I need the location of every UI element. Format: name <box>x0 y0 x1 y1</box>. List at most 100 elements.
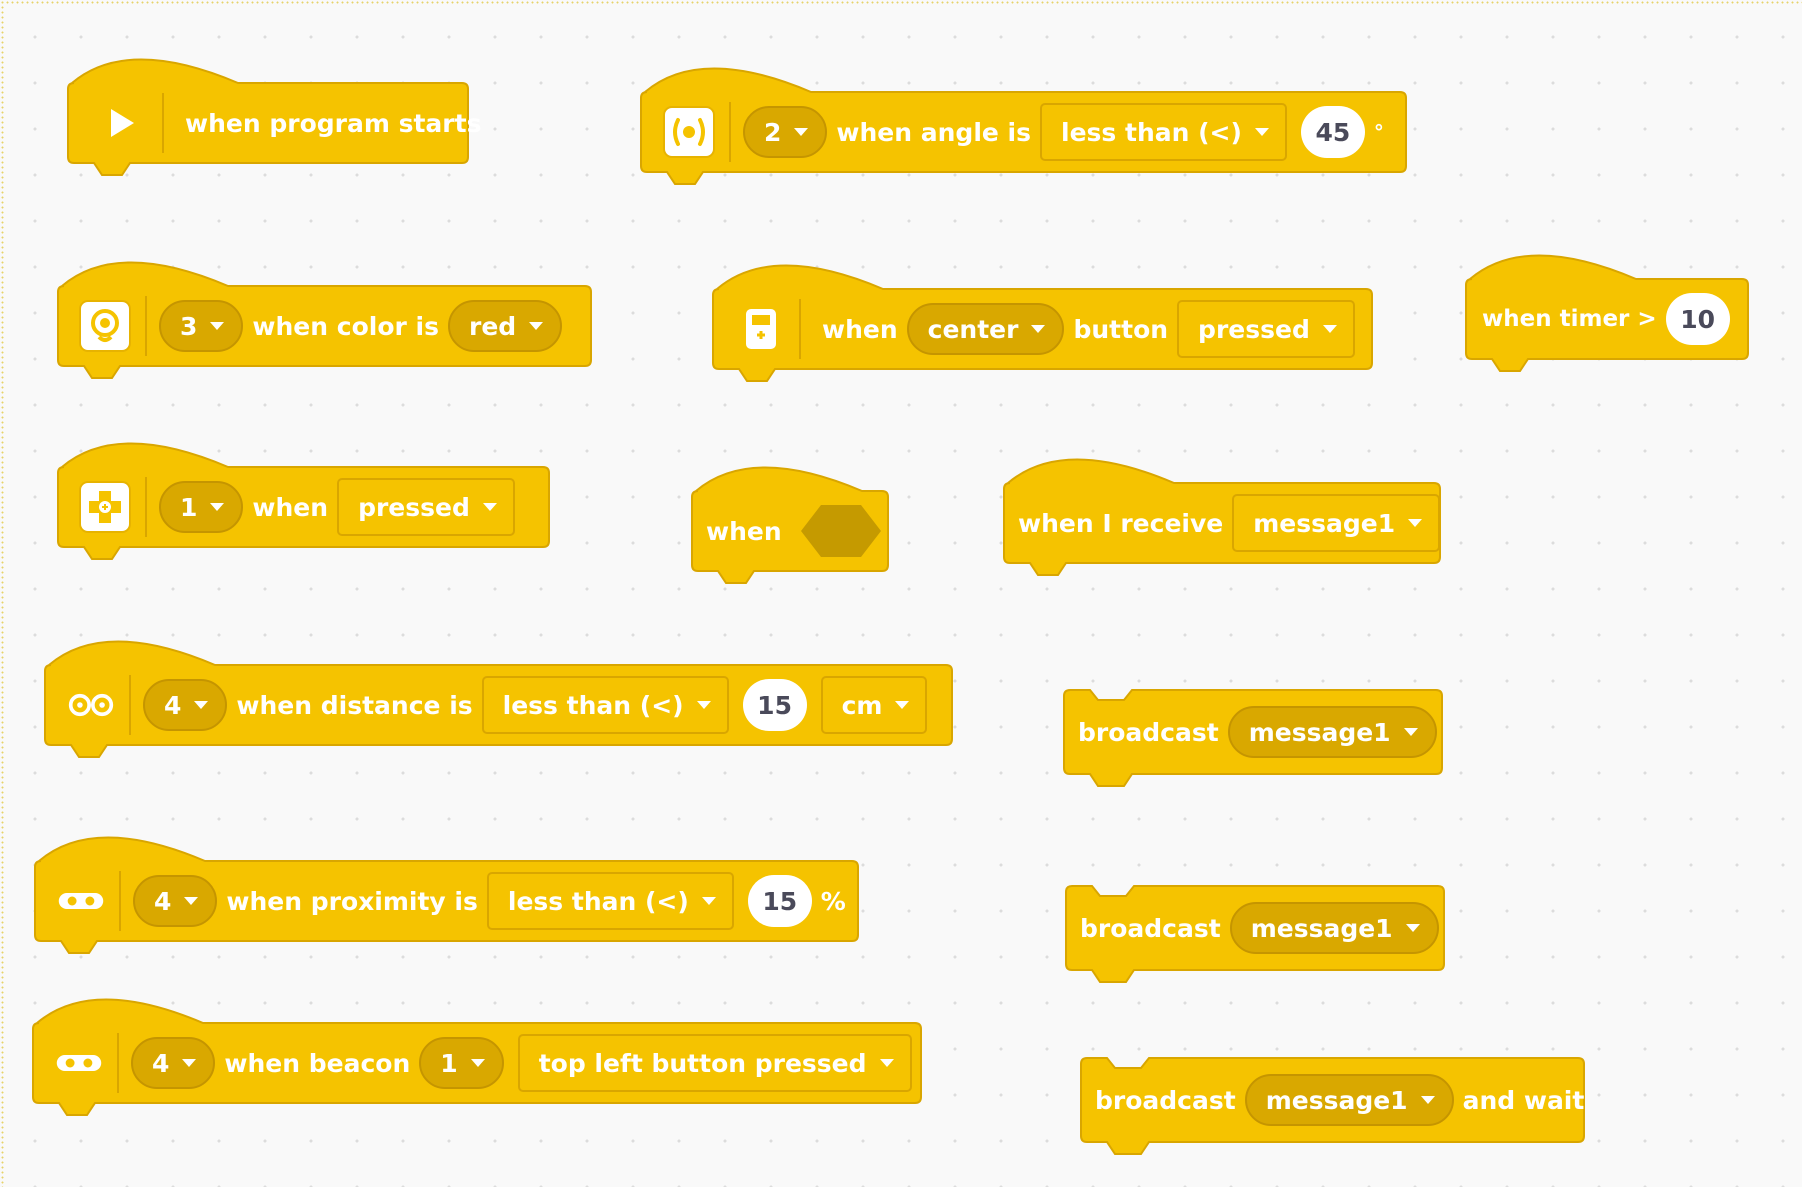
chevron-down-icon <box>210 322 225 330</box>
brick-button-icon <box>737 303 785 355</box>
touch-sensor-icon <box>79 481 131 533</box>
block-divider <box>145 296 147 356</box>
block-label: when <box>706 516 782 546</box>
comparator-dropdown[interactable]: less than (<) <box>481 676 729 734</box>
block-label: broadcast <box>1095 1085 1236 1115</box>
when-program-starts-block[interactable]: when program starts <box>67 40 481 176</box>
when-timer-block[interactable]: when timer > 10 <box>1465 236 1749 372</box>
chevron-down-icon <box>696 701 711 709</box>
broadcast-block[interactable]: broadcast message1 <box>1065 885 1445 986</box>
workspace-frame-left <box>0 0 6 1187</box>
chevron-down-icon <box>701 897 716 905</box>
when-distance-block[interactable]: 4 when distance is less than (<) 15 cm <box>44 622 953 758</box>
when-brick-button-block[interactable]: when center button pressed <box>712 246 1373 382</box>
chevron-down-icon <box>210 503 225 511</box>
chevron-down-icon <box>1031 325 1046 333</box>
channel-value: 1 <box>440 1048 458 1078</box>
state-value: pressed <box>1198 314 1310 344</box>
message-dropdown[interactable]: message1 <box>1232 494 1441 552</box>
message-dropdown[interactable]: message1 <box>1244 1074 1454 1126</box>
color-value: red <box>468 311 517 341</box>
chevron-down-icon <box>879 1059 894 1067</box>
color-dropdown[interactable]: red <box>447 300 563 352</box>
block-divider <box>729 102 731 162</box>
chevron-down-icon <box>184 897 199 905</box>
angle-value-input[interactable]: 45 <box>1300 106 1365 158</box>
message-value: message1 <box>1248 717 1391 747</box>
chevron-down-icon <box>470 1059 485 1067</box>
block-label: when <box>822 314 898 344</box>
block-label: when timer > <box>1482 306 1657 332</box>
channel-dropdown[interactable]: 1 <box>419 1037 504 1089</box>
chevron-down-icon <box>194 701 209 709</box>
infrared-sensor-icon <box>57 875 105 927</box>
comparator-dropdown[interactable]: less than (<) <box>486 872 734 930</box>
unit-dropdown[interactable]: cm <box>820 676 928 734</box>
message-value: message1 <box>1265 1085 1408 1115</box>
chevron-down-icon <box>794 128 809 136</box>
unit-label: % <box>820 886 846 916</box>
chevron-down-icon <box>529 322 544 330</box>
block-label-end: and wait <box>1462 1085 1585 1115</box>
unit-label: ° <box>1373 120 1384 144</box>
proximity-value-input[interactable]: 15 <box>747 875 812 927</box>
chevron-down-icon <box>895 701 910 709</box>
distance-value-input[interactable]: 15 <box>742 679 807 731</box>
block-label: broadcast <box>1080 913 1221 943</box>
chevron-down-icon <box>1420 1096 1435 1104</box>
block-divider <box>129 675 131 735</box>
block-label: when I receive <box>1018 508 1224 538</box>
chevron-down-icon <box>1322 325 1337 333</box>
block-label-button: button <box>1073 314 1169 344</box>
broadcast-block[interactable]: broadcast message1 <box>1063 689 1443 790</box>
chevron-down-icon <box>482 503 497 511</box>
block-divider <box>117 1033 119 1093</box>
message-dropdown[interactable]: message1 <box>1227 706 1437 758</box>
block-label: broadcast <box>1078 717 1219 747</box>
beacon-button-value: top left button pressed <box>538 1048 867 1078</box>
when-color-block[interactable]: 3 when color is red <box>57 243 592 379</box>
button-dropdown[interactable]: center <box>906 303 1065 355</box>
when-condition-block[interactable]: when <box>691 448 889 584</box>
when-proximity-block[interactable]: 4 when proximity is less than (<) 15 % <box>34 818 859 954</box>
broadcast-and-wait-block[interactable]: broadcast message1 and wait <box>1080 1057 1585 1158</box>
workspace-frame-top <box>0 0 1802 6</box>
block-label: when color is <box>252 311 439 341</box>
message-value: message1 <box>1250 913 1393 943</box>
block-divider <box>799 299 801 359</box>
chevron-down-icon <box>1403 728 1418 736</box>
when-angle-block[interactable]: 2 when angle is less than (<) 45 ° <box>640 49 1407 185</box>
message-dropdown[interactable]: message1 <box>1229 902 1439 954</box>
when-touch-sensor-block[interactable]: 1 when pressed <box>57 424 550 560</box>
port-value: 4 <box>154 886 172 916</box>
chevron-down-icon <box>182 1059 197 1067</box>
state-dropdown[interactable]: pressed <box>337 478 515 536</box>
beacon-button-dropdown[interactable]: top left button pressed <box>517 1034 912 1092</box>
unit-value: cm <box>841 690 883 720</box>
when-i-receive-block[interactable]: when I receive message1 <box>1003 440 1441 576</box>
port-dropdown[interactable]: 4 <box>133 875 218 927</box>
block-label: when program starts <box>185 108 482 138</box>
timer-value-input[interactable]: 10 <box>1665 293 1730 345</box>
block-label: when beacon <box>224 1048 411 1078</box>
block-label: when proximity is <box>226 886 478 916</box>
color-sensor-icon <box>79 300 131 352</box>
block-divider <box>162 93 164 153</box>
port-dropdown[interactable]: 3 <box>159 300 244 352</box>
port-dropdown[interactable]: 1 <box>159 481 244 533</box>
port-dropdown[interactable]: 4 <box>143 679 228 731</box>
block-label: when distance is <box>236 690 473 720</box>
gyro-sensor-icon <box>663 106 715 158</box>
port-value: 3 <box>180 311 198 341</box>
boolean-slot[interactable] <box>799 503 883 559</box>
button-value: center <box>927 314 1019 344</box>
state-value: pressed <box>358 492 470 522</box>
port-dropdown[interactable]: 2 <box>743 106 828 158</box>
state-dropdown[interactable]: pressed <box>1177 300 1355 358</box>
when-beacon-block[interactable]: 4 when beacon 1 top left button pressed <box>32 980 922 1116</box>
block-label: when <box>252 492 329 522</box>
comparator-dropdown[interactable]: less than (<) <box>1040 103 1287 161</box>
port-dropdown[interactable]: 4 <box>131 1037 216 1089</box>
comparator-value: less than (<) <box>1061 117 1242 147</box>
comparator-value: less than (<) <box>502 690 684 720</box>
